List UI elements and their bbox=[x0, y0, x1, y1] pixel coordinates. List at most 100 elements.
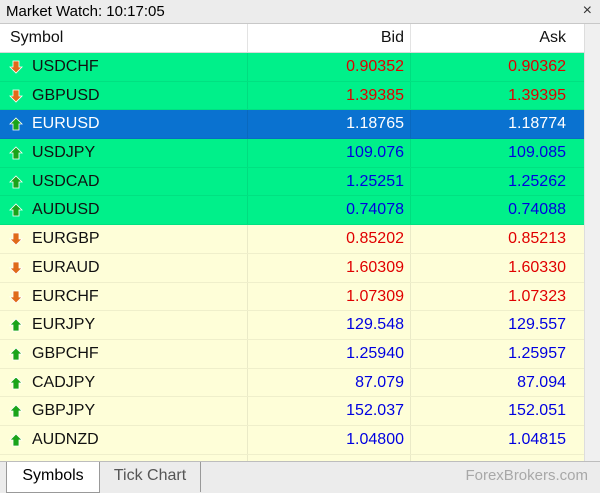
arrow-up-icon bbox=[9, 318, 23, 332]
close-icon[interactable]: × bbox=[583, 2, 592, 20]
arrow-down-icon bbox=[9, 60, 23, 74]
vertical-scrollbar[interactable] bbox=[584, 24, 600, 461]
table-row[interactable]: GBPJPY 152.037 152.051 bbox=[0, 397, 584, 426]
symbol-cell: CADJPY bbox=[32, 373, 96, 391]
bid-cell: 1.25940 bbox=[346, 344, 404, 362]
tab-tick-chart[interactable]: Tick Chart bbox=[100, 462, 201, 492]
arrow-up-icon bbox=[9, 404, 23, 418]
cell-divider bbox=[247, 425, 248, 454]
arrow-down-icon bbox=[9, 89, 23, 103]
cell-divider bbox=[247, 225, 248, 253]
cell-divider bbox=[410, 368, 411, 397]
cell-divider bbox=[410, 53, 411, 81]
bid-cell: 1.07309 bbox=[346, 287, 404, 305]
symbol-cell: USDCHF bbox=[32, 58, 99, 75]
cell-divider bbox=[410, 139, 411, 167]
ask-cell: 1.07323 bbox=[508, 287, 566, 305]
cell-divider bbox=[247, 253, 248, 282]
column-divider[interactable] bbox=[410, 24, 411, 52]
column-header-bid[interactable]: Bid bbox=[381, 29, 404, 47]
table-row[interactable]: USDCHF 0.90352 0.90362 bbox=[0, 53, 584, 82]
bid-cell: 0.90352 bbox=[346, 58, 404, 75]
cell-divider bbox=[410, 253, 411, 282]
ask-cell: 87.094 bbox=[517, 373, 566, 391]
table-row[interactable]: EURUSD 1.18765 1.18774 bbox=[0, 110, 584, 140]
cell-divider bbox=[247, 339, 248, 368]
ask-cell: 1.39395 bbox=[508, 86, 566, 104]
cell-divider bbox=[410, 225, 411, 253]
market-watch-table: Symbol Bid Ask USDCHF 0.90352 0.90362 GBPUS… bbox=[0, 24, 600, 461]
arrow-up-icon bbox=[9, 117, 23, 131]
column-divider[interactable] bbox=[247, 24, 248, 52]
table-body: USDCHF 0.90352 0.90362 GBPUSD 1.39385 1.39395… bbox=[0, 53, 584, 461]
bid-cell: 1.60309 bbox=[346, 258, 404, 276]
title-bar: Market Watch: 10:17:05 × bbox=[0, 0, 600, 24]
bid-cell: 0.85202 bbox=[346, 230, 404, 248]
arrow-down-icon bbox=[9, 261, 23, 275]
cell-divider bbox=[410, 282, 411, 311]
cell-divider bbox=[410, 311, 411, 339]
table-row[interactable]: EURGBP 0.85202 0.85213 bbox=[0, 225, 584, 254]
cell-divider bbox=[410, 110, 411, 139]
table-row[interactable]: USDCAD 1.25251 1.25262 bbox=[0, 167, 584, 197]
cell-divider bbox=[247, 368, 248, 397]
table-row[interactable]: USDJPY 109.076 109.085 bbox=[0, 139, 584, 168]
ask-cell: 0.85213 bbox=[508, 230, 566, 248]
watermark-text: ForexBrokers.com bbox=[465, 467, 588, 484]
table-row[interactable]: EURJPY 129.548 129.557 bbox=[0, 311, 584, 340]
symbol-cell: USDJPY bbox=[32, 144, 96, 162]
column-header-symbol[interactable]: Symbol bbox=[10, 29, 63, 47]
tab-symbols[interactable]: Symbols bbox=[6, 462, 100, 493]
cell-divider bbox=[410, 397, 411, 425]
arrow-up-icon bbox=[9, 433, 23, 447]
table-header: Symbol Bid Ask bbox=[0, 24, 584, 53]
symbol-cell: EURCHF bbox=[32, 287, 99, 305]
cell-divider bbox=[247, 282, 248, 311]
cell-divider bbox=[410, 425, 411, 454]
table-row[interactable]: AUDNZD 1.04800 1.04815 bbox=[0, 425, 584, 455]
ask-cell: 1.60330 bbox=[508, 258, 566, 276]
ask-cell: 1.18774 bbox=[508, 115, 566, 133]
arrow-down-icon bbox=[9, 290, 23, 304]
symbol-cell: GBPCHF bbox=[32, 344, 99, 362]
symbol-cell: EURAUD bbox=[32, 258, 100, 276]
ask-cell: 0.90362 bbox=[508, 58, 566, 75]
symbol-cell: AUDNZD bbox=[32, 430, 99, 448]
bid-cell: 0.74078 bbox=[346, 201, 404, 219]
ask-cell: 0.74088 bbox=[508, 201, 566, 219]
bid-cell: 1.25251 bbox=[346, 172, 404, 190]
arrow-down-icon bbox=[9, 232, 23, 246]
table-row[interactable]: AUDUSD 0.74078 0.74088 bbox=[0, 196, 584, 226]
cell-divider bbox=[247, 167, 248, 196]
bid-cell: 87.079 bbox=[355, 373, 404, 391]
arrow-up-icon bbox=[9, 375, 23, 389]
cell-divider bbox=[247, 110, 248, 139]
bid-cell: 152.037 bbox=[346, 402, 404, 420]
ask-cell: 109.085 bbox=[508, 144, 566, 162]
table-row[interactable]: GBPUSD 1.39385 1.39395 bbox=[0, 81, 584, 111]
symbol-cell: EURJPY bbox=[32, 316, 96, 334]
table-row[interactable]: EURCHF 1.07309 1.07323 bbox=[0, 282, 584, 312]
window-title: Market Watch: 10:17:05 bbox=[6, 3, 165, 20]
symbol-cell: AUDUSD bbox=[32, 201, 100, 219]
symbol-cell: EURGBP bbox=[32, 230, 100, 248]
symbol-cell: GBPUSD bbox=[32, 86, 100, 104]
column-header-ask[interactable]: Ask bbox=[539, 29, 566, 47]
bid-cell: 1.18765 bbox=[346, 115, 404, 133]
ask-cell: 1.25957 bbox=[508, 344, 566, 362]
cell-divider bbox=[247, 196, 248, 225]
ask-cell: 129.557 bbox=[508, 316, 566, 334]
bid-cell: 109.076 bbox=[346, 144, 404, 162]
cell-divider bbox=[247, 397, 248, 425]
ask-cell: 1.25262 bbox=[508, 172, 566, 190]
symbol-cell: GBPJPY bbox=[32, 402, 96, 420]
ask-cell: 152.051 bbox=[508, 402, 566, 420]
cell-divider bbox=[410, 339, 411, 368]
cell-divider bbox=[410, 81, 411, 110]
table-row[interactable]: EURAUD 1.60309 1.60330 bbox=[0, 253, 584, 283]
table-row[interactable]: CADJPY 87.079 87.094 bbox=[0, 368, 584, 398]
table-row[interactable]: GBPCHF 1.25940 1.25957 bbox=[0, 339, 584, 369]
cell-divider bbox=[410, 167, 411, 196]
bid-cell: 129.548 bbox=[346, 316, 404, 334]
arrow-up-icon bbox=[9, 175, 23, 189]
